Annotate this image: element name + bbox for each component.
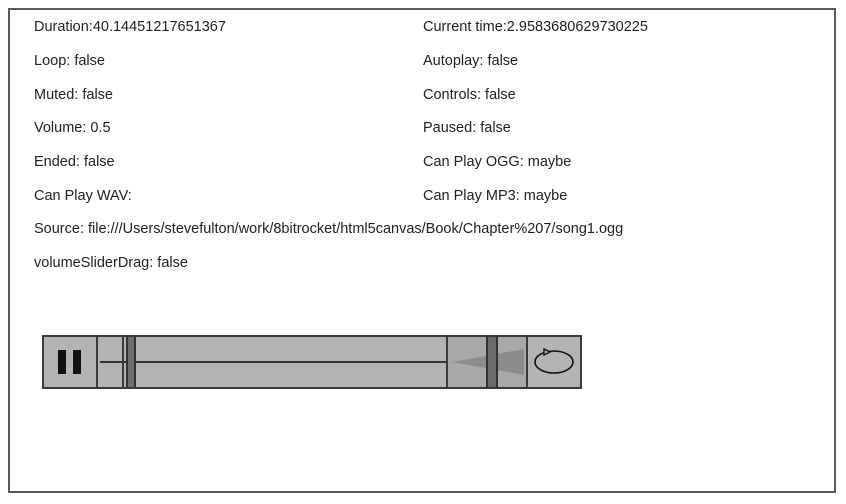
media-canvas <box>8 8 836 493</box>
controls-status-text: Controls: false <box>423 87 516 103</box>
source-text: Source: file:///Users/stevefulton/work/8… <box>34 221 624 237</box>
can-play-mp3-text: Can Play MP3: maybe <box>423 188 568 204</box>
volume-slider[interactable] <box>448 337 528 387</box>
playback-progress-slider[interactable] <box>100 337 448 387</box>
volume-slider-drag-text: volumeSliderDrag: false <box>34 255 188 271</box>
volume-status-text: Volume: 0.5 <box>34 120 111 136</box>
progress-track <box>100 361 446 363</box>
loop-button[interactable] <box>528 337 580 387</box>
duration-text: Duration:40.14451217651367 <box>34 19 226 35</box>
volume-thumb[interactable] <box>486 337 498 387</box>
ended-status-text: Ended: false <box>34 154 115 170</box>
loop-icon <box>534 347 574 374</box>
can-play-ogg-text: Can Play OGG: maybe <box>423 154 572 170</box>
can-play-wav-text: Can Play WAV: <box>34 188 132 204</box>
autoplay-status-text: Autoplay: false <box>423 53 519 69</box>
audio-player-controls <box>42 335 582 389</box>
muted-status-text: Muted: false <box>34 87 113 103</box>
paused-status-text: Paused: false <box>423 120 511 136</box>
current-time-text: Current time:2.9583680629730225 <box>423 19 648 35</box>
progress-thumb[interactable] <box>126 337 136 387</box>
play-pause-button[interactable] <box>44 337 98 387</box>
loop-status-text: Loop: false <box>34 53 105 69</box>
